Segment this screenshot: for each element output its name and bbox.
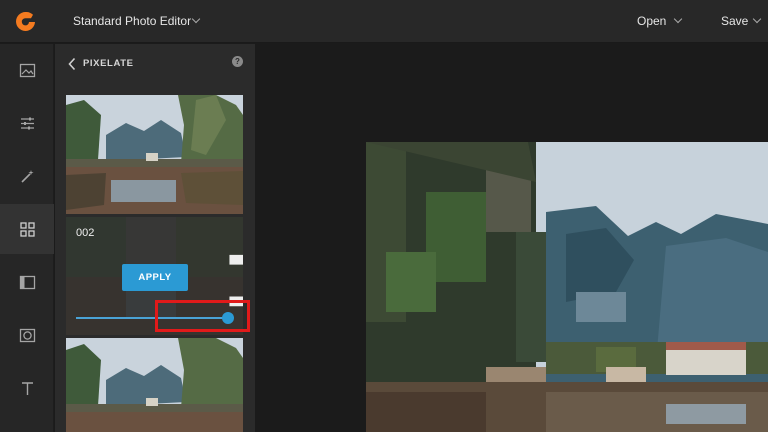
rail-item-image[interactable]	[0, 45, 54, 95]
frame-icon	[19, 275, 35, 289]
rail-item-text[interactable]	[0, 363, 54, 413]
app-title[interactable]: Standard Photo Editor	[73, 14, 191, 28]
vignette-icon	[19, 328, 35, 342]
rail-item-overlay[interactable]	[0, 310, 54, 360]
back-arrow-icon[interactable]	[67, 57, 77, 71]
help-icon[interactable]: ?	[232, 56, 243, 67]
rail-item-filters[interactable]	[0, 204, 54, 254]
open-button[interactable]: Open	[637, 14, 666, 28]
preset-label: 002	[76, 227, 95, 239]
rail-item-effects[interactable]	[0, 151, 54, 201]
chevron-down-icon[interactable]	[673, 14, 683, 24]
rail-item-frames[interactable]	[0, 257, 54, 307]
pixelated-landscape-image	[366, 142, 768, 432]
preset-thumbnail[interactable]	[66, 95, 243, 214]
top-bar: Standard Photo Editor Open Save	[0, 0, 768, 43]
apply-button[interactable]: APPLY	[122, 264, 188, 291]
canvas-area[interactable]	[256, 44, 768, 432]
landscape-thumbnail-image	[66, 338, 243, 432]
highlight-box	[155, 300, 250, 332]
chevron-down-icon[interactable]	[752, 14, 762, 24]
preset-thumbnail[interactable]	[66, 338, 243, 432]
landscape-thumbnail-image	[66, 95, 243, 214]
save-button[interactable]: Save	[721, 14, 748, 28]
tool-rail	[0, 44, 54, 432]
app-logo-icon[interactable]	[15, 11, 36, 32]
panel-title: PIXELATE	[83, 58, 134, 69]
chevron-down-icon[interactable]	[191, 14, 201, 24]
text-icon	[21, 381, 33, 395]
sliders-icon	[20, 117, 34, 129]
image-icon	[19, 63, 35, 77]
rail-item-adjust[interactable]	[0, 98, 54, 148]
magic-wand-icon	[20, 169, 34, 183]
photo-preview[interactable]	[366, 142, 768, 432]
pixelate-panel: PIXELATE ? 002 APPLY	[55, 44, 255, 432]
grid-icon	[19, 221, 35, 237]
